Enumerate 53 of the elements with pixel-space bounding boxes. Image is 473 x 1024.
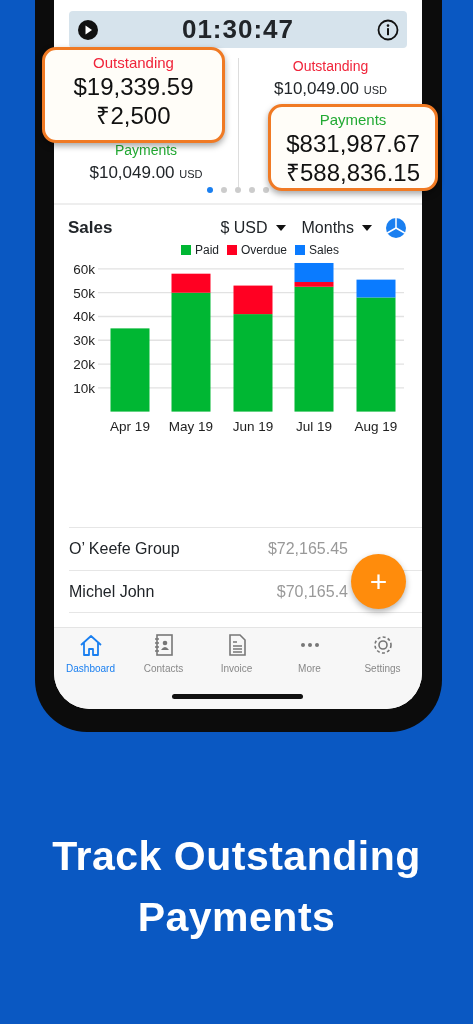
contact-amount: $70,165.4: [276, 581, 348, 602]
axis-label: 60k: [73, 261, 95, 277]
headline: Track Outstanding Payments: [51, 832, 422, 942]
tab[interactable]: More: [273, 628, 346, 709]
callout-amount: ₹2,500: [95, 101, 172, 130]
contact-name: Michel John: [69, 581, 155, 602]
dropdown[interactable]: Months: [301, 216, 372, 240]
stat-label: Payments: [113, 142, 179, 158]
stat-amount: $10,049.00 USD: [272, 78, 388, 100]
legend-label: Overdue: [241, 242, 287, 259]
callout-amount: ₹588,836.15: [284, 158, 422, 187]
legend-swatch: [180, 245, 191, 255]
tab[interactable]: Invoice: [200, 628, 273, 709]
axis-label: 30k: [73, 333, 95, 349]
axis-label: 20k: [73, 357, 95, 373]
axis-label: Aug 19: [354, 419, 398, 434]
contact-name: O’ Keefe Group: [69, 539, 180, 559]
callout-label: Payments: [318, 111, 388, 129]
tab[interactable]: Settings: [346, 628, 419, 709]
page-dot[interactable]: [221, 187, 227, 193]
more-icon: [300, 643, 319, 647]
legend-swatch: [227, 245, 237, 255]
legend-label: Sales: [309, 242, 340, 259]
axis-label: Jul 19: [296, 419, 332, 434]
page-dot[interactable]: [235, 187, 241, 193]
callout-amount: $19,339.59: [72, 72, 195, 101]
contact-amount: $72,165.45: [267, 539, 348, 559]
dropdown[interactable]: $ USD: [220, 216, 286, 240]
axis-label: Apr 19: [110, 419, 150, 434]
caret-icon: [362, 225, 372, 231]
axis-label: Jun 19: [232, 419, 274, 434]
add-button[interactable]: +: [351, 554, 406, 609]
axis-label: 40k: [73, 309, 95, 325]
section-title: Sales: [68, 217, 113, 240]
timer-text: 01:30:47: [181, 13, 295, 46]
axis-label: 50k: [73, 285, 95, 301]
legend-label: Paid: [194, 242, 219, 259]
axis-label: May 19: [168, 419, 214, 434]
play-icon[interactable]: [77, 18, 99, 41]
page-dot[interactable]: [207, 187, 213, 193]
tab[interactable]: Contacts: [127, 628, 200, 709]
callout-label: Outstanding: [92, 54, 175, 72]
stat-label: Outstanding: [291, 58, 370, 74]
stat-amount: $10,049.00 USD: [88, 162, 204, 184]
page-dot[interactable]: [249, 187, 255, 193]
axis-label: 10k: [73, 380, 95, 396]
callout-amount: $831,987.67: [285, 129, 421, 158]
pie-chart-icon[interactable]: [385, 217, 407, 239]
legend-swatch: [295, 245, 305, 255]
caret-icon: [275, 225, 286, 231]
tab[interactable]: Dashboard: [54, 628, 127, 709]
page-dot[interactable]: [263, 187, 269, 193]
info-icon[interactable]: [377, 18, 399, 41]
